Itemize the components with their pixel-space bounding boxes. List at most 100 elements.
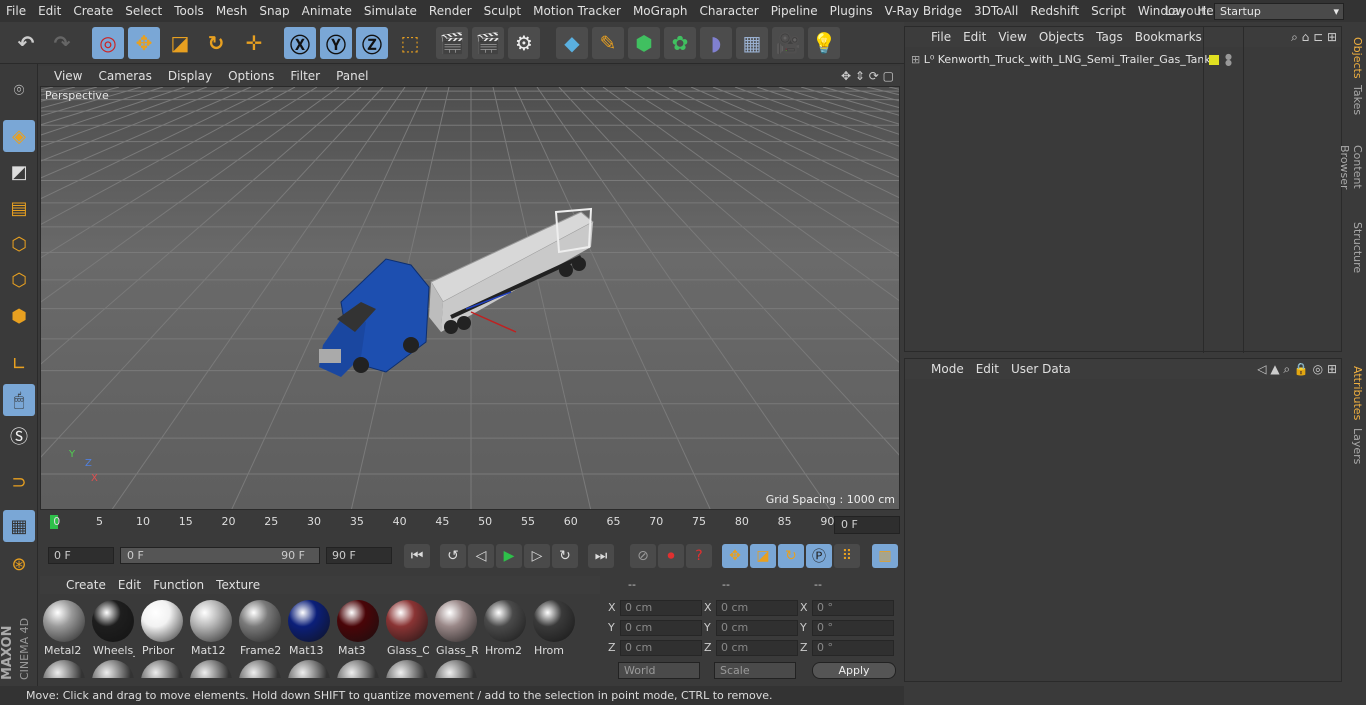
render-view-icon[interactable]: 🎬 — [436, 27, 468, 59]
object-menu-objects[interactable]: Objects — [1033, 30, 1090, 44]
material-swatch[interactable]: Glass_Re — [434, 598, 478, 657]
material-preview[interactable] — [386, 660, 428, 678]
undo-icon[interactable]: ↶ — [10, 27, 42, 59]
coord-scale-dropdown[interactable]: Scale — [714, 662, 796, 679]
object-menu-bookmarks[interactable]: Bookmarks — [1129, 30, 1208, 44]
material-preview[interactable] — [239, 660, 281, 678]
live-selection-icon[interactable]: ◎ — [92, 27, 124, 59]
prev-frame-icon[interactable]: ◁ — [468, 544, 494, 568]
coord-value-field[interactable]: 0 cm — [716, 600, 798, 616]
object-menu-file[interactable]: File — [925, 30, 957, 44]
rotate-tool-icon[interactable]: ↻ — [200, 27, 232, 59]
menu-pipeline[interactable]: Pipeline — [765, 4, 824, 18]
material-menu-create[interactable]: Create — [60, 578, 112, 592]
viewport-menu-options[interactable]: Options — [220, 69, 282, 83]
move-tool-icon[interactable]: ✥ — [128, 27, 160, 59]
record-disabled-icon[interactable]: ⊘ — [630, 544, 656, 568]
object-name[interactable]: Kenworth_Truck_with_LNG_Semi_Trailer_Gas… — [938, 53, 1211, 66]
tab-structure[interactable]: Structure — [1346, 218, 1364, 274]
object-menu-view[interactable]: View — [992, 30, 1032, 44]
solo-icon[interactable]: Ⓢ — [3, 420, 35, 452]
material-preview[interactable] — [92, 660, 134, 678]
truck-model[interactable] — [319, 207, 594, 377]
attribute-menu-edit[interactable]: Edit — [970, 362, 1005, 376]
coord-value-field[interactable]: 0 ° — [812, 640, 894, 656]
menu-motion-tracker[interactable]: Motion Tracker — [527, 4, 627, 18]
material-swatch[interactable]: Mat12 — [189, 598, 233, 657]
menu-simulate[interactable]: Simulate — [358, 4, 423, 18]
viewport-menu-cameras[interactable]: Cameras — [90, 69, 159, 83]
key-pla-icon[interactable]: ⠿ — [834, 544, 860, 568]
material-swatch[interactable]: Pribor — [140, 598, 184, 657]
key-parameter-icon[interactable]: Ⓟ — [806, 544, 832, 568]
y-axis-icon[interactable]: Ⓨ — [320, 27, 352, 59]
menu-select[interactable]: Select — [119, 4, 168, 18]
tab-layers[interactable]: Layers — [1346, 424, 1364, 464]
cloner-icon[interactable]: ✿ — [664, 27, 696, 59]
goto-end-icon[interactable]: ⏭ — [588, 544, 614, 568]
deformer-icon[interactable]: ◗ — [700, 27, 732, 59]
key-position-icon[interactable]: ✥ — [722, 544, 748, 568]
menu-redshift[interactable]: Redshift — [1024, 4, 1085, 18]
prev-key-icon[interactable]: ↺ — [440, 544, 466, 568]
floor-environment-icon[interactable]: ▦ — [736, 27, 768, 59]
expand-icon[interactable]: ⊞ — [911, 53, 920, 66]
menu-vray-bridge[interactable]: V-Ray Bridge — [879, 4, 968, 18]
workplane-icon[interactable]: ▤ — [3, 192, 35, 224]
polygons-mode-icon[interactable]: ⬢ — [3, 300, 35, 332]
material-preview[interactable] — [288, 660, 330, 678]
menu-file[interactable]: File — [0, 4, 32, 18]
viewport-menu-view[interactable]: View — [46, 69, 90, 83]
menu-3dtoall[interactable]: 3DToAll — [968, 4, 1024, 18]
start-frame-field[interactable]: 0 F — [48, 547, 114, 564]
redo-icon[interactable]: ↷ — [46, 27, 78, 59]
recent-tool-icon[interactable]: ✛ — [238, 27, 270, 59]
viewport-menu-filter[interactable]: Filter — [282, 69, 328, 83]
material-swatch[interactable]: Metal2 — [42, 598, 86, 657]
edges-mode-icon[interactable]: ⬡ — [3, 264, 35, 296]
tweak-mode-icon[interactable]: 🖱 — [3, 384, 35, 416]
quantize-icon[interactable]: ⊛ — [3, 548, 35, 580]
attribute-menu-user-data[interactable]: User Data — [1005, 362, 1077, 376]
menu-tools[interactable]: Tools — [168, 4, 210, 18]
menu-render[interactable]: Render — [423, 4, 478, 18]
goto-start-icon[interactable]: ⏮ — [404, 544, 430, 568]
viewport-nav-icons[interactable]: ✥ ⇕ ⟳ ▢ — [841, 69, 894, 83]
coord-mode-dropdown[interactable]: World — [618, 662, 700, 679]
attribute-menu-mode[interactable]: Mode — [925, 362, 970, 376]
pen-spline-icon[interactable]: ✎ — [592, 27, 624, 59]
menu-snap[interactable]: Snap — [253, 4, 295, 18]
material-swatch[interactable]: Mat3 — [336, 598, 380, 657]
next-frame-icon[interactable]: ▷ — [524, 544, 550, 568]
material-menu-function[interactable]: Function — [147, 578, 210, 592]
tab-attributes[interactable]: Attributes — [1346, 362, 1364, 422]
key-scale-icon[interactable]: ◪ — [750, 544, 776, 568]
texture-mode-icon[interactable]: ◩ — [3, 156, 35, 188]
points-mode-icon[interactable]: ⬡ — [3, 228, 35, 260]
menu-mesh[interactable]: Mesh — [210, 4, 254, 18]
object-search-icon[interactable]: ⌕ ⌂ ⊏ ⊞ — [1291, 30, 1337, 45]
menu-create[interactable]: Create — [67, 4, 119, 18]
tab-takes[interactable]: Takes — [1346, 80, 1364, 120]
material-menu-edit[interactable]: Edit — [112, 578, 147, 592]
record-icon[interactable]: ⏺ — [658, 544, 684, 568]
menu-sculpt[interactable]: Sculpt — [478, 4, 527, 18]
scale-tool-icon[interactable]: ◪ — [164, 27, 196, 59]
current-frame-field[interactable]: 0 F — [834, 516, 900, 534]
next-key-icon[interactable]: ↻ — [552, 544, 578, 568]
object-menu-tags[interactable]: Tags — [1090, 30, 1129, 44]
coord-value-field[interactable]: 0 ° — [812, 620, 894, 636]
perspective-viewport[interactable]: Perspective Y Z X Grid Spacing : 1000 cm — [40, 86, 900, 510]
apply-button[interactable]: Apply — [812, 662, 896, 679]
light-icon[interactable]: 💡 — [808, 27, 840, 59]
material-preview[interactable] — [190, 660, 232, 678]
material-swatch[interactable]: Mat13 — [287, 598, 331, 657]
coordinate-system-icon[interactable]: ⬚ — [394, 27, 426, 59]
material-menu-texture[interactable]: Texture — [210, 578, 266, 592]
material-preview[interactable] — [141, 660, 183, 678]
make-editable-icon[interactable]: ⌾ — [3, 74, 35, 106]
menu-character[interactable]: Character — [693, 4, 764, 18]
autokey-icon[interactable]: ? — [686, 544, 712, 568]
workplane-lock-icon[interactable]: ▦ — [3, 510, 35, 542]
material-swatch[interactable]: Frame2 — [238, 598, 282, 657]
